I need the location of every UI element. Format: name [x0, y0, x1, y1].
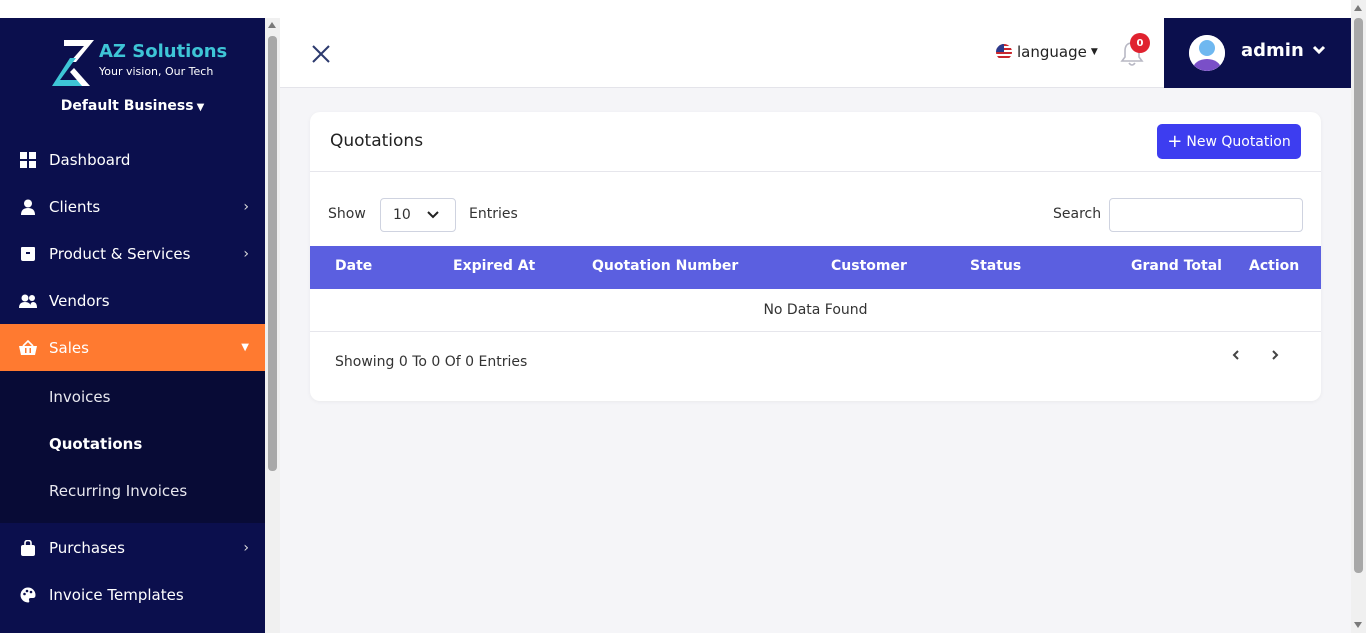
empty-table-message: No Data Found	[310, 289, 1321, 332]
user-name: admin	[1241, 40, 1304, 61]
divider	[310, 171, 1321, 172]
pagination-info: Showing 0 To 0 Of 0 Entries	[335, 354, 528, 370]
plus-icon: +	[1167, 130, 1183, 152]
sidebar-item-sales[interactable]: Sales ▼	[0, 324, 265, 371]
entries-per-page-select[interactable]: 10	[380, 198, 456, 232]
dashboard-icon	[19, 151, 37, 169]
close-icon[interactable]	[310, 43, 332, 65]
notification-badge: 0	[1130, 33, 1150, 53]
us-flag-icon	[996, 44, 1012, 60]
basket-icon	[19, 339, 37, 357]
column-header-grand-total[interactable]: Grand Total	[1131, 258, 1222, 274]
brand-logo[interactable]: AZ Solutions Your vision, Our Tech	[50, 38, 230, 90]
search-label: Search	[1053, 206, 1102, 222]
sidebar-scrollbar[interactable]	[265, 18, 280, 633]
quotations-card: Quotations + New Quotation Show 10 Entri…	[310, 112, 1321, 401]
sidebar: AZ Solutions Your vision, Our Tech Defau…	[0, 18, 265, 633]
language-label: language	[1017, 43, 1087, 61]
users-icon	[19, 292, 37, 310]
sidebar-item-label: Dashboard	[49, 150, 131, 169]
business-selector[interactable]: Default Business ▼	[0, 98, 265, 114]
chevron-right-icon[interactable]	[1268, 348, 1282, 362]
submenu-item-invoices[interactable]: Invoices	[49, 388, 110, 406]
user-menu[interactable]: admin	[1164, 18, 1351, 88]
chevron-down-icon: ▼	[196, 102, 205, 113]
user-icon	[19, 198, 37, 216]
sidebar-item-label: Vendors	[49, 291, 110, 310]
business-label: Default Business	[60, 98, 194, 114]
brand-name: AZ Solutions	[99, 41, 228, 62]
language-selector[interactable]: language ▼	[996, 43, 1098, 61]
bag-icon	[19, 539, 37, 557]
page-scrollbar[interactable]	[1351, 0, 1366, 633]
column-header-date[interactable]: Date	[335, 258, 372, 274]
chevron-down-icon	[427, 211, 439, 219]
column-header-customer[interactable]: Customer	[831, 258, 907, 274]
chevron-left-icon[interactable]	[1229, 348, 1243, 362]
chevron-right-icon: ›	[243, 245, 249, 262]
top-header: language ▼ 0 admin	[280, 18, 1351, 88]
table-header: Date Expired At Quotation Number Custome…	[310, 246, 1321, 289]
top-strip	[0, 0, 1351, 18]
logo-mark-icon	[52, 40, 94, 86]
entries-value: 10	[393, 207, 411, 223]
avatar	[1189, 35, 1225, 71]
sidebar-item-label: Invoice Templates	[49, 585, 184, 604]
sidebar-item-products[interactable]: Product & Services ›	[0, 230, 265, 277]
entries-label: Entries	[469, 206, 518, 222]
scroll-up-icon[interactable]	[1354, 5, 1362, 11]
scrollbar-thumb[interactable]	[268, 36, 277, 471]
scrollbar-thumb[interactable]	[1354, 18, 1363, 573]
box-icon	[19, 245, 37, 263]
page-title: Quotations	[330, 131, 424, 151]
sidebar-item-invoice-templates[interactable]: Invoice Templates	[0, 571, 265, 618]
palette-icon	[19, 586, 37, 604]
sidebar-item-label: Product & Services	[49, 244, 191, 263]
search-input[interactable]	[1109, 198, 1303, 232]
chevron-right-icon: ›	[243, 539, 249, 556]
sidebar-item-dashboard[interactable]: Dashboard	[0, 136, 265, 183]
column-header-action: Action	[1249, 258, 1300, 274]
submenu-item-quotations[interactable]: Quotations	[49, 435, 142, 453]
column-header-status[interactable]: Status	[970, 258, 1021, 274]
chevron-down-icon: ▼	[1090, 47, 1098, 57]
chevron-right-icon: ›	[243, 198, 249, 215]
new-quotation-button[interactable]: + New Quotation	[1157, 124, 1301, 159]
sidebar-item-label: Sales	[49, 338, 89, 357]
sidebar-item-label: Purchases	[49, 538, 125, 557]
sales-submenu: Invoices Quotations Recurring Invoices	[0, 371, 265, 523]
submenu-item-recurring-invoices[interactable]: Recurring Invoices	[49, 482, 187, 500]
chevron-down-icon	[1312, 45, 1326, 55]
sidebar-item-label: Clients	[49, 197, 101, 216]
sidebar-item-purchases[interactable]: Purchases ›	[0, 524, 265, 571]
show-label: Show	[328, 206, 366, 222]
brand-tagline: Your vision, Our Tech	[99, 65, 214, 78]
new-quotation-label: New Quotation	[1186, 133, 1291, 150]
column-header-quotation-number[interactable]: Quotation Number	[592, 258, 738, 274]
chevron-down-icon: ▼	[241, 342, 249, 353]
sidebar-item-vendors[interactable]: Vendors	[0, 277, 265, 324]
sidebar-item-clients[interactable]: Clients ›	[0, 183, 265, 230]
scroll-up-icon[interactable]	[268, 22, 276, 28]
scroll-down-icon[interactable]	[1354, 622, 1362, 628]
column-header-expired-at[interactable]: Expired At	[453, 258, 535, 274]
